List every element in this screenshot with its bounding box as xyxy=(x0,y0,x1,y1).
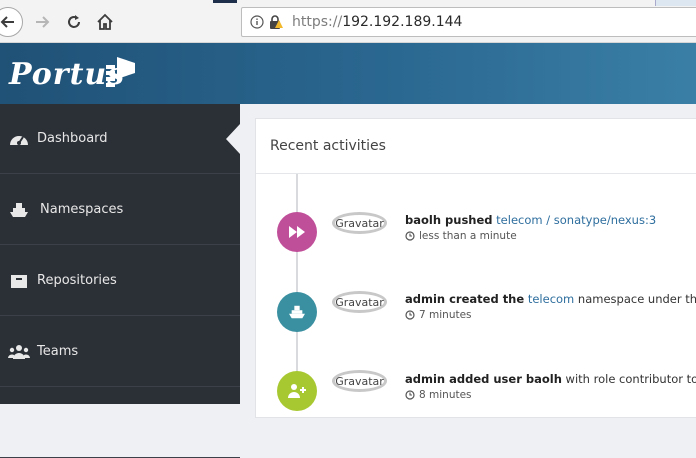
panel-title: Recent activities xyxy=(256,119,696,174)
sidebar-item-label: Teams xyxy=(37,344,79,359)
sidebar-item-dashboard[interactable]: Dashboard xyxy=(0,104,240,174)
activity-time: less than a minute xyxy=(405,230,517,242)
sidebar-item-namespaces[interactable]: Namespaces xyxy=(0,175,240,245)
activity-text: admin created the telecom namespace unde… xyxy=(405,292,696,306)
lighthouse-logo-icon xyxy=(106,57,135,87)
reload-icon xyxy=(68,15,80,28)
sidebar-item-label: Namespaces xyxy=(40,202,124,217)
avatar: Gravatar xyxy=(332,291,387,313)
sidebar-item-repositories[interactable]: Repositories xyxy=(0,246,240,316)
avatar: Gravatar xyxy=(332,370,387,392)
activity-time: 8 minutes xyxy=(405,389,472,401)
repository-link[interactable]: sonatype/nexus:3 xyxy=(554,213,656,227)
namespace-link[interactable]: telecom xyxy=(496,213,542,227)
clock-icon xyxy=(405,231,415,241)
window-corner xyxy=(655,0,696,6)
url-text: https://192.192.189.144 xyxy=(292,14,463,30)
forward-button[interactable] xyxy=(29,9,55,35)
ship-icon xyxy=(289,305,305,319)
activity-icon xyxy=(277,212,317,252)
home-icon xyxy=(97,13,113,30)
clock-icon xyxy=(405,390,415,400)
info-icon[interactable] xyxy=(250,15,264,29)
sidebar-item-more[interactable] xyxy=(0,388,240,458)
namespace-link[interactable]: telecom xyxy=(528,292,574,306)
sidebar-item-label: Repositories xyxy=(37,273,117,288)
arrow-left-icon xyxy=(0,16,14,28)
active-indicator xyxy=(226,124,240,154)
activity-text: admin added user baolh with role contrib… xyxy=(405,372,696,386)
ship-icon xyxy=(8,201,30,219)
user-plus-icon xyxy=(288,384,306,398)
activity-icon xyxy=(277,292,317,332)
sidebar-item-label: Dashboard xyxy=(37,131,108,146)
reload-button[interactable] xyxy=(61,9,87,35)
activity-icon xyxy=(277,371,317,411)
clock-icon xyxy=(405,310,415,320)
archive-icon xyxy=(8,272,30,290)
activity-text: baolh pushed telecom / sonatype/nexus:3 xyxy=(405,213,657,227)
home-button[interactable] xyxy=(92,9,118,35)
window-strip xyxy=(213,0,237,3)
dashboard-icon xyxy=(8,130,30,148)
users-icon xyxy=(8,343,30,361)
activity-time: 7 minutes xyxy=(405,309,472,321)
fast-forward-icon xyxy=(289,226,305,238)
avatar: Gravatar xyxy=(332,212,387,234)
sidebar-item-teams[interactable]: Teams xyxy=(0,317,240,387)
address-bar[interactable]: https://192.192.189.144 xyxy=(241,7,696,37)
warning-lock-icon[interactable] xyxy=(268,14,284,30)
timeline-line xyxy=(296,174,298,404)
arrow-right-icon xyxy=(36,16,50,28)
